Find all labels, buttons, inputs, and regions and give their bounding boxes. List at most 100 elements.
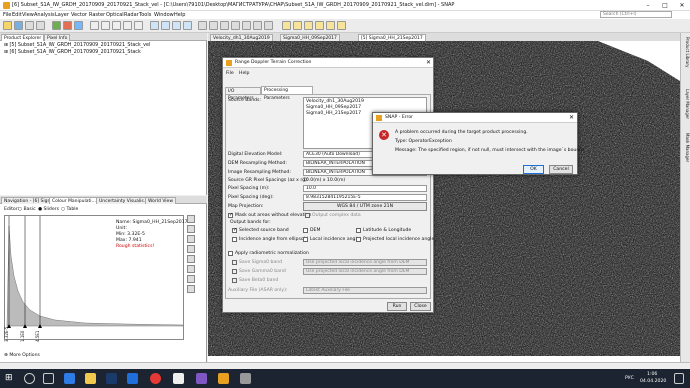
profile-plot-icon[interactable] bbox=[112, 21, 121, 30]
view-tab-sigma0-09sep[interactable]: Sigma0_HH_09Sep2017 bbox=[280, 34, 340, 41]
menu-layer[interactable]: Layer bbox=[55, 12, 69, 18]
pixel-spacing-m-input[interactable]: 10.0 bbox=[303, 185, 427, 192]
mask-manager-tab[interactable]: Mask Manager bbox=[682, 133, 690, 162]
import-icon[interactable] bbox=[187, 225, 195, 233]
info-icon[interactable] bbox=[187, 275, 195, 283]
redo-icon[interactable] bbox=[36, 21, 45, 30]
sync-views-icon[interactable] bbox=[315, 21, 324, 30]
draw-ellipse-icon[interactable] bbox=[264, 21, 273, 30]
view-tab-sigma0-21sep[interactable]: [5] Sigma0_HH_21Sep2017 bbox=[358, 34, 426, 41]
save-beta0-checkbox[interactable] bbox=[232, 278, 237, 283]
ok-button[interactable]: OK bbox=[523, 165, 544, 174]
pixel-spacing-deg-input[interactable]: 8.983152841195215E-5 bbox=[303, 194, 427, 201]
menu-optical[interactable]: Optical bbox=[106, 12, 124, 18]
open-product-icon[interactable] bbox=[3, 21, 12, 30]
menu-help[interactable]: Help bbox=[174, 12, 185, 18]
menu-radar[interactable]: Radar bbox=[124, 12, 139, 18]
list-item[interactable]: Sigma0_HH_09Sep2017 bbox=[306, 105, 361, 110]
product-library-tab[interactable]: Product Library bbox=[682, 37, 690, 67]
close-button[interactable]: Close bbox=[410, 302, 431, 311]
spectrum-icon[interactable] bbox=[123, 21, 132, 30]
save-gamma0-checkbox[interactable] bbox=[232, 269, 237, 274]
world-map-icon[interactable] bbox=[282, 21, 291, 30]
list-item[interactable]: Sigma0_HH_21Sep2017 bbox=[306, 111, 361, 116]
zoom-vertical-icon[interactable] bbox=[187, 255, 195, 263]
mask-icon[interactable] bbox=[304, 21, 313, 30]
histogram-graph[interactable] bbox=[4, 215, 184, 340]
snap-icon[interactable] bbox=[196, 373, 207, 384]
draw-polyline-icon[interactable] bbox=[231, 21, 240, 30]
band-maths-icon[interactable] bbox=[52, 21, 61, 30]
layer-manager-tab[interactable]: Layer Manager bbox=[682, 89, 690, 119]
dialog-close-icon[interactable]: ✕ bbox=[426, 59, 431, 66]
view-tab-velocity[interactable]: Velocity_dh1_30Aug2019 bbox=[210, 34, 273, 41]
settings-icon[interactable] bbox=[240, 373, 251, 384]
file-explorer-icon[interactable] bbox=[85, 373, 96, 384]
local-incidence-checkbox[interactable] bbox=[303, 237, 308, 242]
tab-product-explorer[interactable]: Product Explorer bbox=[1, 34, 45, 41]
close-window-button[interactable]: ✕ bbox=[674, 1, 690, 10]
minimize-button[interactable]: – bbox=[640, 1, 656, 10]
distribute-icon[interactable] bbox=[187, 245, 195, 253]
dialog-menu-help[interactable]: Help bbox=[239, 71, 249, 76]
search-input[interactable]: Search (Ctrl+I) bbox=[600, 11, 672, 18]
export-icon[interactable] bbox=[187, 235, 195, 243]
selected-source-band-checkbox[interactable] bbox=[232, 227, 237, 233]
incidence-ellipsoid-checkbox[interactable] bbox=[232, 237, 237, 242]
yandex-browser-icon[interactable] bbox=[150, 373, 161, 384]
product-item-6[interactable]: ⊞ [6] Subset_S1A_IW_GRDH_20170909_201709… bbox=[4, 50, 141, 55]
tab-pixel-info[interactable]: Pixel Info bbox=[44, 34, 71, 41]
draw-rectangle-icon[interactable] bbox=[242, 21, 251, 30]
draw-line-icon[interactable] bbox=[220, 21, 229, 30]
radiometric-normalization-checkbox[interactable] bbox=[228, 251, 233, 256]
save-sigma0-checkbox[interactable] bbox=[232, 260, 237, 265]
pin-tool-icon[interactable] bbox=[198, 21, 207, 30]
editor-sliders-radio[interactable]: ● Sliders bbox=[38, 207, 59, 212]
clock-time[interactable]: 1:06 bbox=[647, 372, 657, 377]
photoshop-icon[interactable] bbox=[106, 373, 117, 384]
histogram-icon[interactable] bbox=[90, 21, 99, 30]
product-item-5[interactable]: ⊞ [5] Subset_S1A_IW_GRDH_20170909_201709… bbox=[4, 43, 150, 48]
list-item[interactable]: Velocity_dh1_30Aug2019 bbox=[306, 99, 364, 104]
app-icon[interactable] bbox=[173, 373, 184, 384]
menu-raster[interactable]: Raster bbox=[89, 12, 105, 18]
maximize-button[interactable]: □ bbox=[657, 1, 673, 10]
windows-start-icon[interactable]: ⊞ bbox=[5, 373, 16, 384]
zoom-horizontal-icon[interactable] bbox=[187, 265, 195, 273]
task-view-icon[interactable] bbox=[43, 373, 54, 384]
reset-icon[interactable] bbox=[187, 215, 195, 223]
editor-table-radio[interactable]: ○ Table bbox=[61, 207, 78, 212]
map-projection-button[interactable]: WGS 84 / UTM zone 21N bbox=[303, 202, 427, 211]
menu-edit[interactable]: Edit bbox=[12, 12, 22, 18]
batch-processing-icon[interactable] bbox=[74, 21, 83, 30]
word-icon[interactable] bbox=[127, 373, 138, 384]
notifications-icon[interactable] bbox=[674, 373, 684, 384]
help-icon[interactable] bbox=[187, 285, 195, 293]
draw-polygon-icon[interactable] bbox=[253, 21, 262, 30]
menu-vector[interactable]: Vector bbox=[71, 12, 87, 18]
menu-analysis[interactable]: Analysis bbox=[34, 12, 55, 18]
dem-checkbox[interactable] bbox=[303, 228, 308, 233]
statistics-icon[interactable] bbox=[134, 21, 143, 30]
tab-colour-manipulation[interactable]: Colour Manipulati... bbox=[49, 197, 99, 204]
search-icon[interactable] bbox=[24, 373, 35, 384]
mask-out-checkbox[interactable] bbox=[228, 212, 233, 218]
snap-window-icon[interactable] bbox=[218, 373, 229, 384]
run-button[interactable]: Run bbox=[387, 302, 407, 311]
zoom-out-icon[interactable] bbox=[161, 21, 170, 30]
tab-processing-parameters[interactable]: Processing Parameters bbox=[261, 86, 313, 101]
sync-cursor-icon[interactable] bbox=[326, 21, 335, 30]
zoom-in-icon[interactable] bbox=[150, 21, 159, 30]
pan-icon[interactable] bbox=[172, 21, 181, 30]
cancel-button[interactable]: Cancel bbox=[549, 165, 573, 174]
output-complex-checkbox[interactable] bbox=[305, 213, 310, 218]
tab-uncertainty[interactable]: Uncertainty Visualis... bbox=[96, 197, 152, 204]
language-indicator[interactable]: РУС bbox=[625, 376, 634, 381]
lat-lon-checkbox[interactable] bbox=[356, 228, 361, 233]
graph-builder-icon[interactable] bbox=[63, 21, 72, 30]
projected-local-incidence-checkbox[interactable] bbox=[356, 237, 361, 242]
menu-view[interactable]: View bbox=[22, 12, 34, 18]
menu-file[interactable]: File bbox=[3, 12, 11, 18]
layer-icon[interactable] bbox=[293, 21, 302, 30]
time-series-icon[interactable] bbox=[337, 21, 346, 30]
